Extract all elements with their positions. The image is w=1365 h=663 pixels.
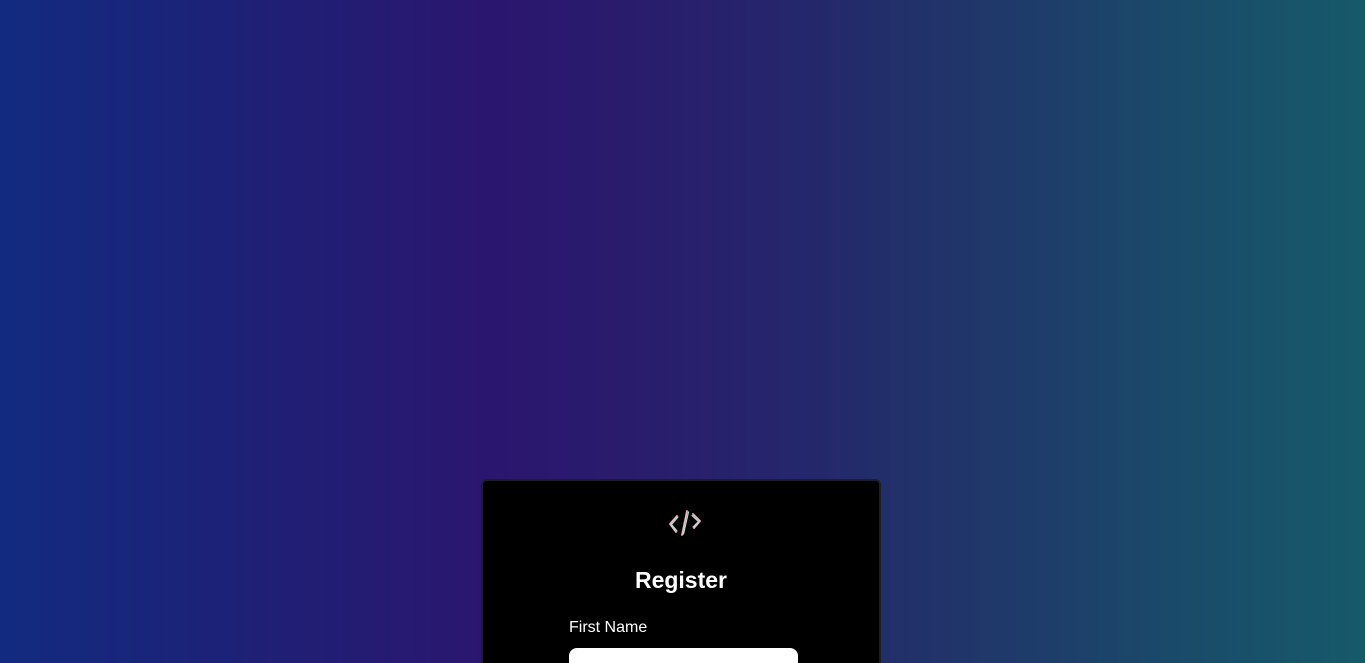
register-card: Register First Name	[481, 479, 881, 663]
code-brackets-logo-icon	[669, 510, 701, 536]
first-name-input[interactable]	[569, 648, 798, 663]
page-title: Register	[634, 567, 728, 593]
first-name-label: First Name	[569, 619, 648, 636]
